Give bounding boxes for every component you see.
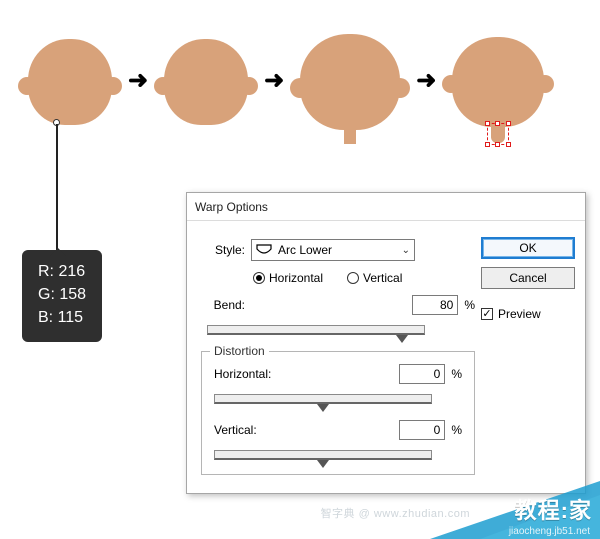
distortion-group-label: Distortion: [210, 344, 269, 358]
percent-label: %: [451, 367, 462, 381]
head-step-1: [20, 35, 120, 125]
site-watermark: 教程:家 jiaocheng.jb51.net: [410, 469, 600, 539]
selection-handle: [495, 142, 500, 147]
selection-handle: [485, 121, 490, 126]
ok-button[interactable]: OK: [481, 237, 575, 259]
bend-slider[interactable]: [207, 325, 425, 335]
radio-icon: [253, 272, 265, 284]
color-g: G: 158: [38, 283, 86, 306]
color-values-tooltip: R: 216 G: 158 B: 115: [22, 250, 102, 342]
radio-icon: [347, 272, 359, 284]
bend-input[interactable]: 80: [412, 295, 458, 315]
checkbox-icon: ✓: [481, 308, 493, 320]
cancel-button[interactable]: Cancel: [481, 267, 575, 289]
dialog-titlebar[interactable]: Warp Options: [187, 193, 585, 221]
style-value: Arc Lower: [278, 243, 332, 257]
arc-lower-icon: [256, 244, 272, 256]
neck-rect: [344, 126, 356, 144]
preview-checkbox[interactable]: ✓ Preview: [481, 307, 575, 321]
radio-label: Vertical: [363, 271, 402, 285]
selection-handle: [506, 142, 511, 147]
color-b: B: 115: [38, 306, 86, 329]
color-r: R: 216: [38, 260, 86, 283]
radio-label: Horizontal: [269, 271, 323, 285]
arrow-icon: ➜: [414, 66, 438, 95]
distortion-group: Distortion Horizontal: 0 % Vertical: 0: [201, 351, 475, 475]
distortion-horizontal-slider[interactable]: [214, 394, 432, 404]
dialog-body: Style: Arc Lower ⌄ Horizontal Vertical: [187, 221, 585, 493]
selection-handle: [495, 121, 500, 126]
distortion-horizontal-label: Horizontal:: [214, 367, 284, 381]
orientation-horizontal-radio[interactable]: Horizontal: [253, 271, 323, 285]
scalp: [28, 39, 112, 125]
head-step-2: [156, 35, 256, 125]
percent-label: %: [451, 423, 462, 437]
orientation-vertical-radio[interactable]: Vertical: [347, 271, 402, 285]
tutorial-heads-row: ➜ ➜ ➜: [0, 30, 600, 130]
distortion-vertical-label: Vertical:: [214, 423, 284, 437]
slider-thumb-icon[interactable]: [317, 404, 329, 412]
arrow-icon: ➜: [126, 66, 150, 95]
pointer-line: [56, 124, 58, 258]
style-label: Style:: [197, 243, 251, 257]
dialog-button-column: OK Cancel ✓ Preview: [481, 227, 575, 475]
head-step-3: [292, 30, 408, 130]
distortion-horizontal-input[interactable]: 0: [399, 364, 445, 384]
dialog-title: Warp Options: [195, 200, 268, 214]
style-select[interactable]: Arc Lower ⌄: [251, 239, 415, 261]
bend-label: Bend:: [197, 298, 251, 312]
arrow-icon: ➜: [262, 66, 286, 95]
slider-thumb-icon[interactable]: [396, 335, 408, 343]
watermark-brand: 教程:家: [515, 493, 592, 525]
slider-thumb-icon[interactable]: [317, 460, 329, 468]
selection-handle: [485, 142, 490, 147]
selection-box: [487, 123, 509, 145]
warp-options-dialog: Warp Options Style: Arc Lower ⌄ Horizont…: [186, 192, 586, 494]
dialog-main-column: Style: Arc Lower ⌄ Horizontal Vertical: [197, 227, 475, 475]
percent-label: %: [464, 298, 475, 312]
distortion-vertical-input[interactable]: 0: [399, 420, 445, 440]
head-step-4: [444, 33, 552, 127]
watermark-url: jiaocheng.jb51.net: [509, 526, 590, 537]
selection-handle: [506, 121, 511, 126]
preview-label: Preview: [498, 307, 541, 321]
chevron-down-icon: ⌄: [402, 245, 410, 256]
distortion-vertical-slider[interactable]: [214, 450, 432, 460]
